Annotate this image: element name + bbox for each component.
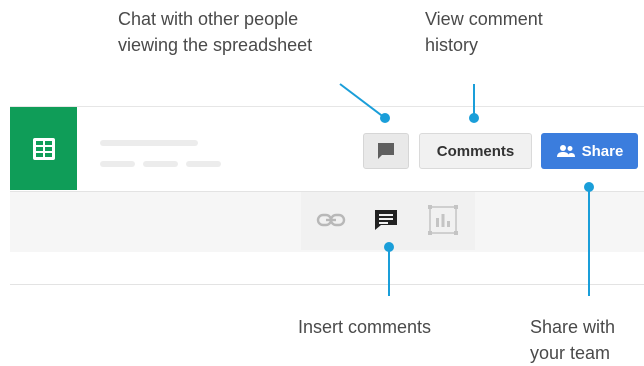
chart-icon [428,205,458,235]
chat-bubble-icon [378,143,394,159]
insert-comment-button[interactable] [368,203,404,237]
share-button[interactable]: Share [541,133,638,169]
sheets-logo-icon[interactable] [10,107,77,190]
insert-chart-button[interactable] [424,201,462,239]
people-icon [556,145,575,157]
share-label: Share [581,142,624,160]
sheets-grid-glyph [32,137,55,160]
comment-history-callout: View comment history [425,9,543,55]
link-icon [316,213,346,227]
menu-placeholder [100,161,135,167]
share-callout: Share with your team [530,317,616,363]
menu-placeholder [186,161,221,167]
title-placeholder [100,140,198,146]
insert-comments-callout: Insert comments [298,317,432,337]
chat-callout: Chat with other people viewing the sprea… [118,9,313,55]
chat-button[interactable] [363,133,409,169]
comments-button[interactable]: Comments [419,133,532,169]
comment-icon [375,210,397,230]
insert-link-button[interactable] [314,205,348,235]
menu-placeholder [143,161,178,167]
formula-bar[interactable] [10,252,644,285]
